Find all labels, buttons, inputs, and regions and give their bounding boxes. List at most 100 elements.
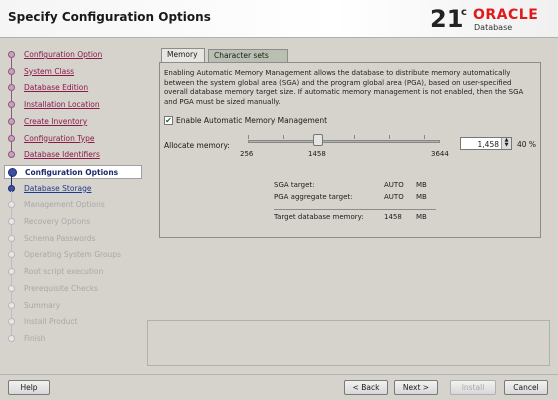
sidebar-step-label: Operating System Groups xyxy=(24,250,121,260)
sidebar-step[interactable]: Create Inventory xyxy=(4,107,142,129)
step-connector xyxy=(11,57,12,68)
install-button[interactable]: Install xyxy=(450,380,496,395)
next-button[interactable]: Next > xyxy=(394,380,438,395)
amm-checkbox-label[interactable]: Enable Automatic Memory Management xyxy=(176,116,327,125)
step-node-icon xyxy=(8,334,15,342)
target-value: 1458 xyxy=(384,213,402,221)
step-connector xyxy=(11,224,12,235)
step-connector xyxy=(11,258,12,269)
slider-mid-label: 1458 xyxy=(308,150,326,158)
allocate-memory-label: Allocate memory: xyxy=(164,141,230,150)
step-node-icon xyxy=(8,167,17,177)
step-connector xyxy=(11,107,12,118)
sidebar-step: Management Options xyxy=(4,191,142,212)
slider-tick xyxy=(354,135,355,139)
sidebar-step[interactable]: Installation Location xyxy=(4,91,142,112)
message-area xyxy=(147,320,550,366)
sidebar-step-label: Finish xyxy=(24,333,46,343)
pga-row: PGA aggregate target: AUTO MB xyxy=(274,193,434,203)
memory-percent: 40 % xyxy=(517,140,537,149)
sidebar-step-label: Summary xyxy=(24,300,61,310)
sidebar-step: Finish xyxy=(4,324,142,346)
sga-value: AUTO xyxy=(384,181,404,189)
sidebar-step[interactable]: Configuration Options xyxy=(4,164,142,179)
sidebar-step-label: Schema Passwords xyxy=(24,233,96,243)
sidebar-step: Install Product xyxy=(4,308,142,329)
slider-min-label: 256 xyxy=(240,150,254,158)
pga-key: PGA aggregate target: xyxy=(274,193,353,201)
sidebar-step[interactable]: System Class xyxy=(4,57,142,79)
pga-unit: MB xyxy=(416,193,427,201)
cancel-button[interactable]: Cancel xyxy=(504,380,548,395)
slider-tick xyxy=(424,135,425,139)
sga-unit: MB xyxy=(416,181,427,189)
sidebar-step-label: System Class xyxy=(24,66,75,76)
memory-tab-pane: Enabling Automatic Memory Management all… xyxy=(159,62,541,238)
sidebar-step[interactable]: Configuration Type xyxy=(4,124,142,146)
step-connector xyxy=(11,141,12,152)
sidebar-step-label: Configuration Type xyxy=(24,133,95,143)
memory-slider-thumb[interactable] xyxy=(313,134,323,146)
back-button[interactable]: < Back xyxy=(344,380,388,395)
target-key: Target database memory: xyxy=(274,213,364,221)
step-node-icon xyxy=(8,151,15,159)
sidebar-step: Root script execution xyxy=(4,258,142,279)
logo-product: Database xyxy=(474,23,513,32)
memory-spinner-value: 1,458 xyxy=(477,140,499,149)
step-connector xyxy=(11,191,12,202)
sidebar-step: Schema Passwords xyxy=(4,224,142,246)
amm-checkbox[interactable]: ✔ xyxy=(164,116,173,125)
main-panel: Memory Character sets Enabling Automatic… xyxy=(147,42,550,320)
sidebar-step-label: Database Identifiers xyxy=(24,150,100,160)
spinner-arrows-icon[interactable]: ▲ ▼ xyxy=(501,138,511,149)
step-connector xyxy=(11,208,12,218)
target-unit: MB xyxy=(416,213,427,221)
sidebar-step[interactable]: Database Storage xyxy=(4,174,142,196)
step-connector xyxy=(11,124,12,135)
tab-character-sets[interactable]: Character sets xyxy=(208,49,288,63)
memory-description: Enabling Automatic Memory Management all… xyxy=(164,69,524,106)
step-connector xyxy=(11,324,12,335)
installer-window: Specify Configuration Options 21 c ORACL… xyxy=(0,0,558,400)
step-connector xyxy=(11,91,12,102)
step-connector xyxy=(11,241,12,252)
sidebar-step[interactable]: Configuration Option xyxy=(4,48,142,62)
sidebar-step-label: Recovery Options xyxy=(24,217,91,226)
sidebar-step: Recovery Options xyxy=(4,208,142,229)
logo-brand: ORACLE xyxy=(473,7,539,23)
slider-ticks xyxy=(248,135,440,139)
summary-divider xyxy=(274,209,436,210)
sidebar-step-label: Database Storage xyxy=(24,183,92,193)
tab-memory[interactable]: Memory xyxy=(161,48,205,62)
help-button[interactable]: Help xyxy=(8,380,50,395)
slider-tick xyxy=(389,135,390,139)
sidebar-step-label: Management Options xyxy=(24,200,105,210)
header-bar: Specify Configuration Options 21 c ORACL… xyxy=(0,0,558,38)
logo-version: 21 xyxy=(430,5,464,33)
sidebar-step: Operating System Groups xyxy=(4,241,142,262)
sidebar-step-label: Database Edition xyxy=(24,83,89,93)
step-connector xyxy=(11,291,12,302)
sidebar-step-label: Install Product xyxy=(24,317,78,327)
logo-suffix: c xyxy=(461,7,467,18)
page-title: Specify Configuration Options xyxy=(8,10,211,24)
step-connector xyxy=(11,308,12,319)
footer-bar: Help < Back Next > Install Cancel xyxy=(0,374,558,400)
sga-row: SGA target: AUTO MB xyxy=(274,181,434,191)
step-connector xyxy=(11,174,12,185)
slider-tick xyxy=(283,135,284,139)
slider-max-label: 3644 xyxy=(431,150,449,158)
memory-spinner[interactable]: 1,458 ▲ ▼ xyxy=(460,137,512,150)
sidebar-step-label: Root script execution xyxy=(24,267,104,277)
sidebar-step-label: Configuration Options xyxy=(25,167,119,177)
sga-key: SGA target: xyxy=(274,181,315,189)
sidebar-step[interactable]: Database Edition xyxy=(4,74,142,95)
sidebar-step-label: Prerequisite Checks xyxy=(24,283,98,293)
sidebar-step-label: Configuration Option xyxy=(24,50,103,59)
memory-slider-track[interactable] xyxy=(248,140,440,143)
step-connector xyxy=(11,274,12,285)
sidebar-step: Summary xyxy=(4,291,142,313)
sidebar-step-label: Installation Location xyxy=(24,100,100,110)
steps-sidebar: Configuration Option System Class Database… xyxy=(4,42,142,348)
sidebar-step[interactable]: Database Identifiers xyxy=(4,141,142,162)
